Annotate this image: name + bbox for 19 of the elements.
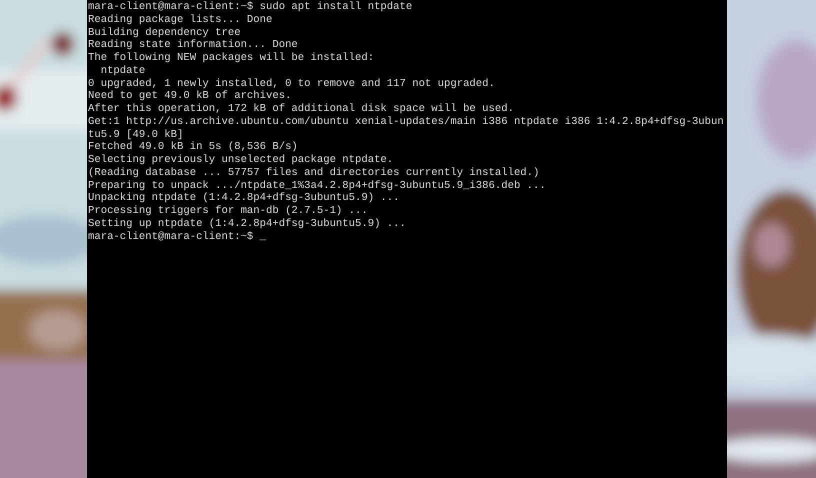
terminal-line: Setting up ntpdate (1:4.2.8p4+dfsg-3ubuntu5.9) ...	[88, 218, 406, 230]
terminal-line: Get:1 http://us.archive.ubuntu.com/ubuntu xenial-updates/main i386 ntpdate i386 1:4.2.8p4+dfsg-3ubun	[88, 116, 724, 128]
terminal-line: The following NEW packages will be installed:	[88, 52, 374, 65]
terminal-line: tu5.9 [49.0 kB]	[88, 128, 184, 141]
terminal-line: Reading state information... Done	[88, 39, 298, 52]
terminal-line: Reading package lists... Done	[88, 14, 272, 26]
terminal-line: mara-client@mara-client:~$ _	[88, 230, 266, 244]
terminal-line: 0 upgraded, 1 newly installed, 0 to remove and 117 not upgraded.	[88, 78, 495, 90]
terminal-line: Processing triggers for man-db (2.7.5-1) ...	[88, 205, 368, 218]
terminal-line: After this operation, 172 kB of additional disk space will be used.	[88, 103, 514, 116]
terminal-line: (Reading database ... 57757 files and directories currently installed.)	[88, 166, 540, 180]
terminal-line: Need to get 49.0 kB of archives.	[88, 90, 292, 103]
terminal-line: mara-client@mara-client:~$ sudo apt install ntpdate	[88, 1, 412, 14]
terminal-line: Preparing to unpack .../ntpdate_1%3a4.2.8p4+dfsg-3ubuntu5.9_i386.deb ...	[88, 180, 546, 192]
terminal-line: Unpacking ntpdate (1:4.2.8p4+dfsg-3ubuntu5.9) ...	[88, 192, 400, 205]
terminal-line: ntpdate	[100, 64, 146, 78]
terminal-line: Fetched 49.0 kB in 5s (8,536 B/s)	[88, 141, 298, 154]
terminal-line: Selecting previously unselected package ntpdate.	[88, 154, 394, 167]
terminal-line: Building dependency tree	[88, 26, 241, 39]
